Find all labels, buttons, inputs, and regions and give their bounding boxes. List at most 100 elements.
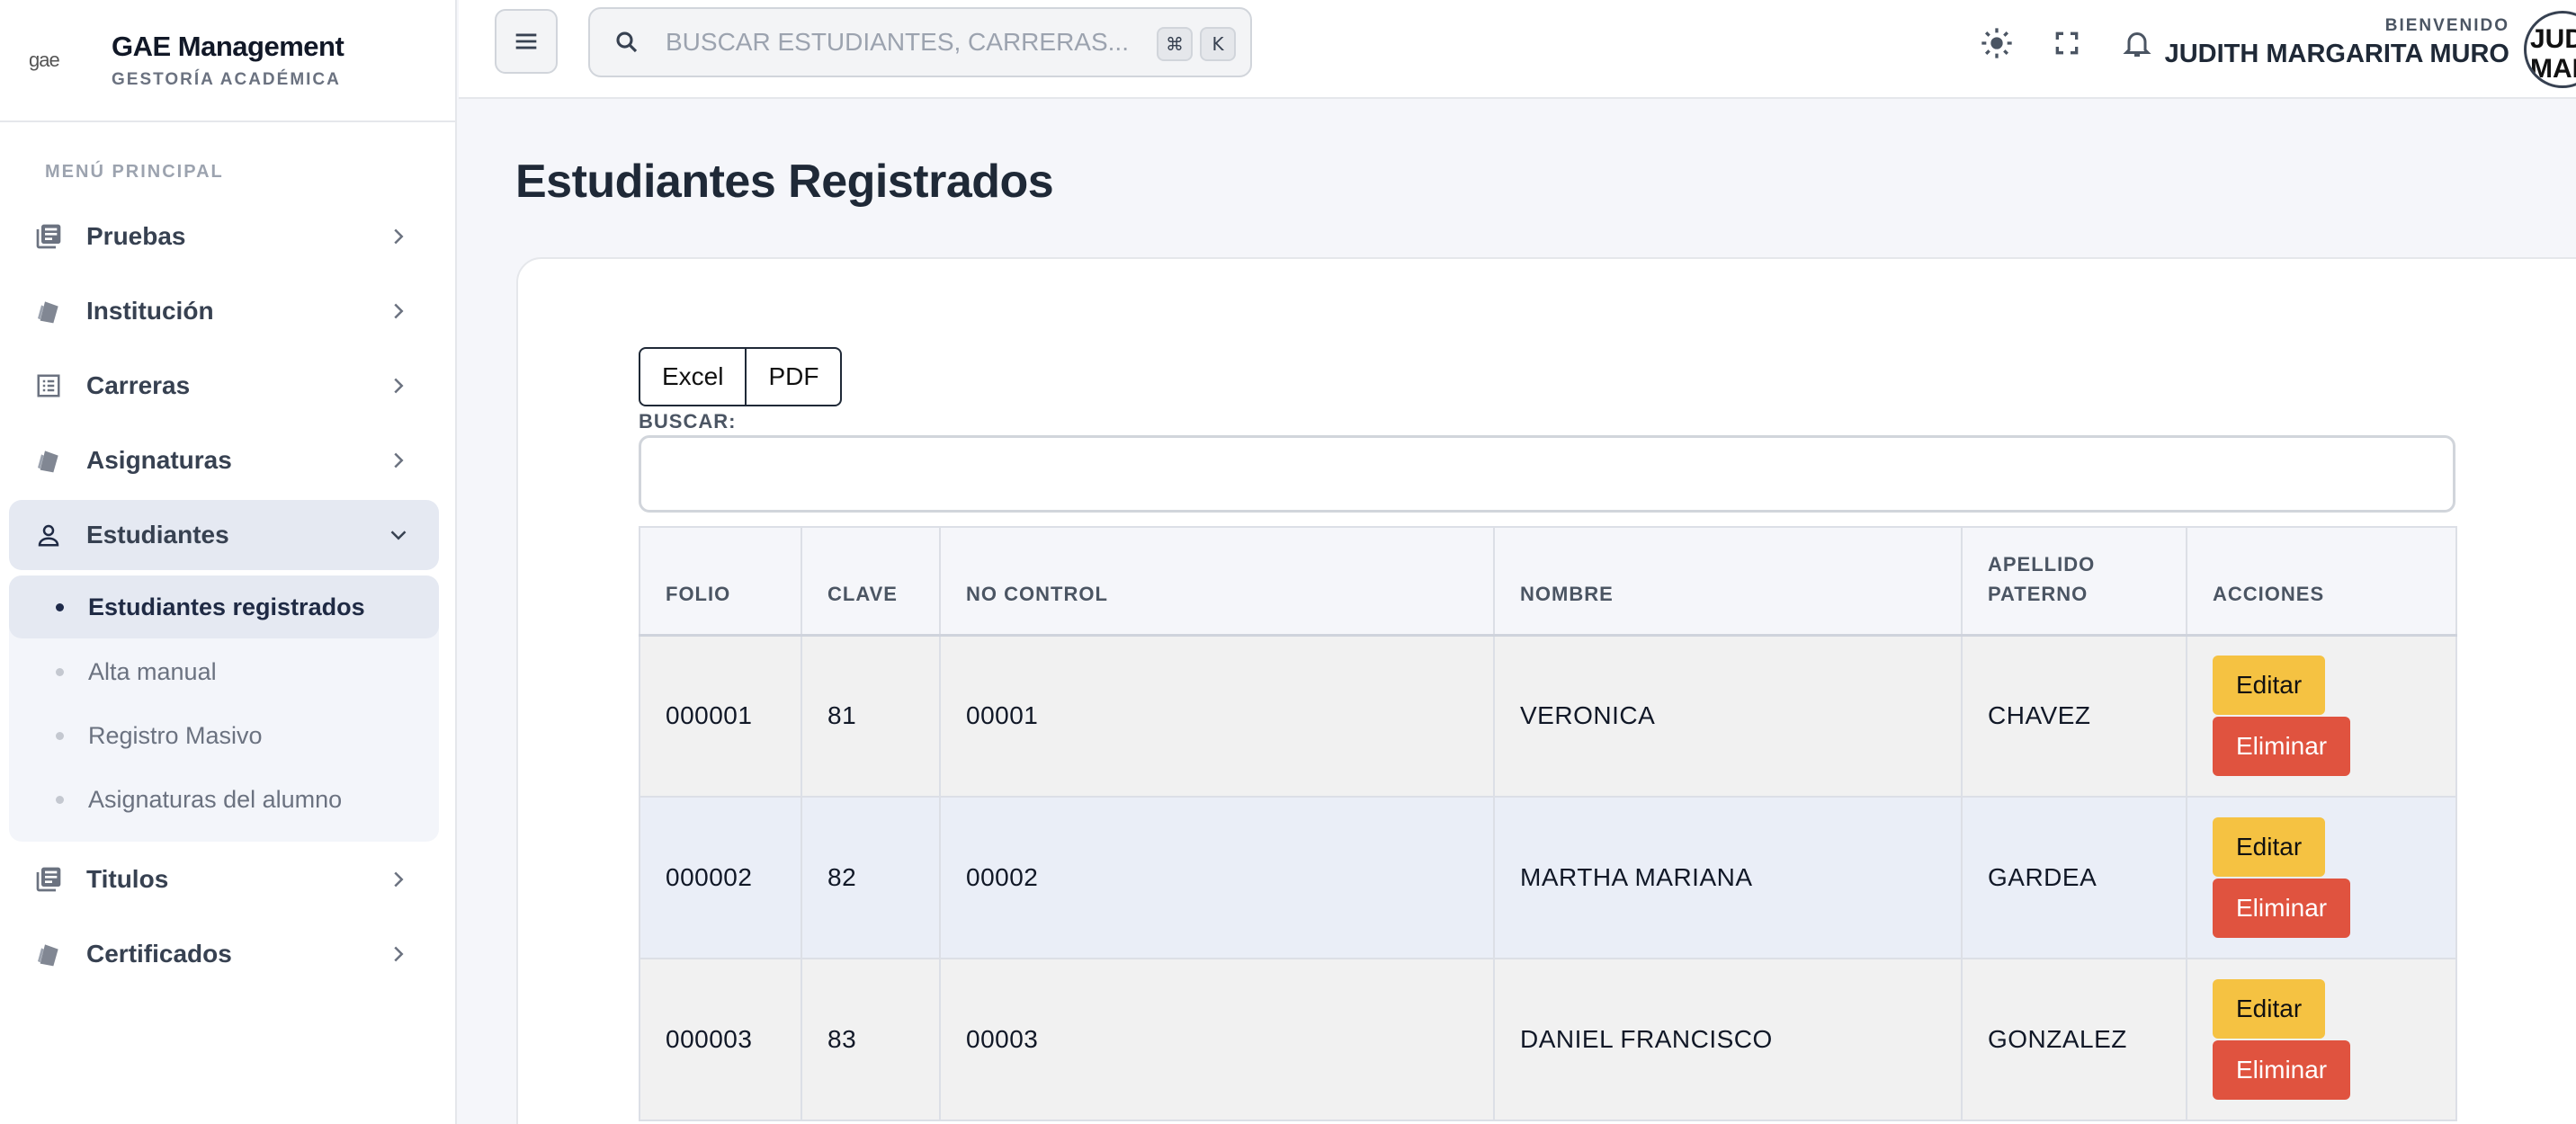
menu-toggle-button[interactable]: [495, 9, 558, 74]
submenu-item-registro-masivo[interactable]: Registro Masivo: [9, 704, 439, 767]
column-header-clave[interactable]: CLAVE: [801, 526, 941, 637]
column-header-nombre[interactable]: NOMBRE: [1493, 526, 1963, 637]
notifications-button[interactable]: [2115, 22, 2159, 65]
sidebar-item-estudiantes[interactable]: Estudiantes: [9, 500, 439, 570]
user-welcome[interactable]: BIENVENIDO JUDITH MARGARITA MURO: [2165, 16, 2509, 69]
column-header-acciones: ACCIONES: [2186, 526, 2457, 637]
table-search-label: BUSCAR:: [639, 410, 737, 433]
search-bar[interactable]: ⌘ K: [588, 7, 1252, 77]
brand-subtitle: GESTORÍA ACADÉMICA: [112, 70, 341, 89]
shortcut-key-k: K: [1200, 27, 1236, 61]
table-row: 000001 81 00001 VERONICA CHAVEZ Editar E…: [639, 634, 2457, 798]
sidebar: gae GAE Management GESTORÍA ACADÉMICA ME…: [0, 0, 457, 1124]
export-pdf-button[interactable]: PDF: [747, 347, 843, 406]
books-icon: [32, 863, 65, 896]
table-header-row: FOLIO CLAVE NO CONTROL NOMBRE APELLIDO P…: [639, 526, 2457, 637]
welcome-label: BIENVENIDO: [2384, 16, 2509, 35]
sidebar-item-asignaturas[interactable]: Asignaturas: [9, 425, 439, 495]
submenu-item-alta-manual[interactable]: Alta manual: [9, 640, 439, 703]
theme-toggle-button[interactable]: [1975, 22, 2018, 65]
chevron-down-icon: [390, 531, 407, 540]
cell-folio: 000003: [639, 958, 802, 1121]
edit-button[interactable]: Editar: [2213, 656, 2326, 716]
bullet-icon: [56, 796, 64, 804]
cell-apellido-paterno: GARDEA: [1961, 796, 2187, 959]
search-icon: [616, 31, 638, 53]
table-row: 000003 83 00003 DANIEL FRANCISCO GONZALE…: [639, 958, 2457, 1121]
bullet-icon: [56, 668, 64, 676]
delete-button[interactable]: Eliminar: [2213, 717, 2351, 777]
sidebar-item-label: Certificados: [86, 940, 232, 968]
cell-clave: 81: [801, 634, 941, 798]
cell-no-control: 00002: [939, 796, 1495, 959]
cell-acciones: Editar Eliminar: [2186, 796, 2457, 959]
table-row: 000002 82 00002 MARTHA MARIANA GARDEA Ed…: [639, 796, 2457, 959]
submenu-item-label: Alta manual: [88, 657, 217, 685]
chevron-right-icon: [394, 871, 404, 888]
cell-no-control: 00003: [939, 958, 1495, 1121]
cell-clave: 83: [801, 958, 941, 1121]
submenu-item-estudiantes-registrados[interactable]: Estudiantes registrados: [9, 575, 439, 638]
submenu-item-label: Registro Masivo: [88, 721, 263, 749]
tag-icon: [32, 444, 65, 477]
bullet-icon: [56, 603, 64, 611]
sidebar-item-titulos[interactable]: Titulos: [9, 844, 439, 914]
brand[interactable]: gae GAE Management GESTORÍA ACADÉMICA: [0, 0, 455, 122]
tag-icon: [32, 295, 65, 327]
sidebar-item-label: Titulos: [86, 865, 169, 893]
shortcut-key-cmd: ⌘: [1157, 27, 1193, 61]
export-excel-button[interactable]: Excel: [639, 347, 747, 406]
tag-icon: [32, 938, 65, 970]
cell-clave: 82: [801, 796, 941, 959]
cell-folio: 000002: [639, 796, 802, 959]
column-header-folio[interactable]: FOLIO: [639, 526, 802, 637]
cell-folio: 000001: [639, 634, 802, 798]
submenu-item-label: Estudiantes registrados: [88, 593, 365, 620]
brand-logo: gae: [29, 42, 92, 78]
sidebar-item-label: Estudiantes: [86, 521, 229, 549]
sidebar-item-certificados[interactable]: Certificados: [9, 919, 439, 989]
search-input[interactable]: [666, 28, 1133, 57]
cell-acciones: Editar Eliminar: [2186, 958, 2457, 1121]
cell-nombre: MARTHA MARIANA: [1493, 796, 1963, 959]
bullet-icon: [56, 732, 64, 740]
estudiantes-submenu: Estudiantes registrados Alta manual Regi…: [9, 575, 439, 842]
list-icon: [32, 370, 65, 402]
sidebar-item-carreras[interactable]: Carreras: [9, 351, 439, 421]
hamburger-icon: [515, 33, 537, 49]
sidebar-item-label: Asignaturas: [86, 446, 232, 474]
chevron-right-icon: [394, 228, 404, 245]
sun-icon: [1981, 28, 2012, 58]
cell-no-control: 00001: [939, 634, 1495, 798]
fullscreen-icon: [2055, 31, 2079, 55]
books-icon: [32, 220, 65, 253]
edit-button[interactable]: Editar: [2213, 979, 2326, 1039]
topbar: ⌘ K BIENVENIDO JUDITH MARGARITA MURO JUD…: [459, 0, 2576, 99]
sidebar-item-label: Institución: [86, 297, 214, 325]
delete-button[interactable]: Eliminar: [2213, 879, 2351, 938]
fullscreen-button[interactable]: [2045, 22, 2089, 65]
bell-icon: [2123, 32, 2151, 57]
cell-apellido-paterno: CHAVEZ: [1961, 634, 2187, 798]
edit-button[interactable]: Editar: [2213, 817, 2326, 877]
chevron-right-icon: [394, 452, 404, 468]
user-name: JUDITH MARGARITA MURO: [2164, 40, 2509, 68]
column-header-apellido-paterno[interactable]: APELLIDO PATERNO: [1961, 526, 2187, 637]
submenu-item-asignaturas-del-alumno[interactable]: Asignaturas del alumno: [9, 768, 439, 831]
brand-logo-text: gae: [29, 49, 60, 71]
sidebar-item-label: Pruebas: [86, 222, 186, 250]
chevron-right-icon: [394, 303, 404, 319]
column-header-no-control[interactable]: NO CONTROL: [939, 526, 1495, 637]
table-search-input[interactable]: [639, 435, 2455, 513]
page-title: Estudiantes Registrados: [515, 156, 1054, 208]
submenu-item-label: Asignaturas del alumno: [88, 785, 343, 813]
sidebar-item-label: Carreras: [86, 371, 191, 399]
sidebar-item-pruebas[interactable]: Pruebas: [9, 201, 439, 272]
menu-section-label: MENÚ PRINCIPAL: [45, 162, 224, 182]
chevron-right-icon: [394, 378, 404, 394]
avatar[interactable]: JUDITH MARGARITA MURO: [2524, 11, 2576, 88]
sidebar-item-institucion[interactable]: Institución: [9, 276, 439, 346]
cell-nombre: VERONICA: [1493, 634, 1963, 798]
chevron-right-icon: [394, 946, 404, 962]
delete-button[interactable]: Eliminar: [2213, 1040, 2351, 1100]
